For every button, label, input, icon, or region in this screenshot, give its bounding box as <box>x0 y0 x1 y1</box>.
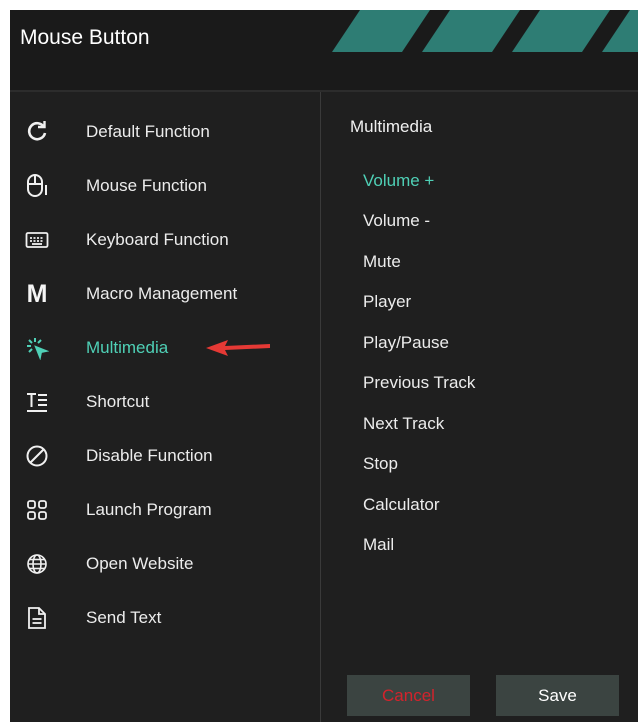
option-mute[interactable]: Mute <box>363 252 401 272</box>
cancel-button[interactable]: Cancel <box>347 675 470 716</box>
menu-item-default-function[interactable]: Default Function <box>10 112 320 152</box>
option-calculator[interactable]: Calculator <box>363 495 440 515</box>
window-title: Mouse Button <box>20 26 150 49</box>
apps-grid-icon <box>24 497 50 523</box>
option-mail[interactable]: Mail <box>363 535 394 555</box>
option-volume-down[interactable]: Volume - <box>363 211 430 231</box>
option-previous-track[interactable]: Previous Track <box>363 373 475 393</box>
menu-item-shortcut[interactable]: Shortcut <box>10 382 320 422</box>
refresh-icon <box>24 119 50 145</box>
option-next-track[interactable]: Next Track <box>363 414 444 434</box>
multimedia-cursor-icon <box>24 335 50 361</box>
option-play-pause[interactable]: Play/Pause <box>363 333 449 353</box>
function-menu: Default Function Mouse Function Keyboard… <box>10 92 320 722</box>
shortcut-icon <box>24 389 50 415</box>
decorative-stripes <box>332 10 638 52</box>
menu-item-macro-management[interactable]: M Macro Management <box>10 274 320 314</box>
panel-title: Multimedia <box>350 117 433 136</box>
document-icon <box>24 605 50 631</box>
save-button[interactable]: Save <box>496 675 619 716</box>
menu-item-launch-program[interactable]: Launch Program <box>10 490 320 530</box>
mouse-icon <box>24 173 50 199</box>
title-bar: Mouse Button <box>10 10 638 90</box>
disable-icon <box>24 443 50 469</box>
keyboard-icon <box>24 227 50 253</box>
menu-item-send-text[interactable]: Send Text <box>10 598 320 638</box>
mouse-button-window: Mouse Button Default Function Mouse Func… <box>10 10 638 722</box>
macro-m-icon: M <box>26 279 48 308</box>
menu-item-multimedia[interactable]: Multimedia <box>10 328 320 368</box>
menu-item-keyboard-function[interactable]: Keyboard Function <box>10 220 320 260</box>
menu-item-mouse-function[interactable]: Mouse Function <box>10 166 320 206</box>
menu-item-open-website[interactable]: Open Website <box>10 544 320 584</box>
annotation-arrow-icon <box>206 340 270 356</box>
multimedia-panel: Multimedia Volume + Volume - Mute Player… <box>321 92 638 722</box>
menu-item-disable-function[interactable]: Disable Function <box>10 436 320 476</box>
option-volume-up[interactable]: Volume + <box>363 171 434 191</box>
option-stop[interactable]: Stop <box>363 454 398 474</box>
option-player[interactable]: Player <box>363 292 411 312</box>
globe-icon <box>24 551 50 577</box>
